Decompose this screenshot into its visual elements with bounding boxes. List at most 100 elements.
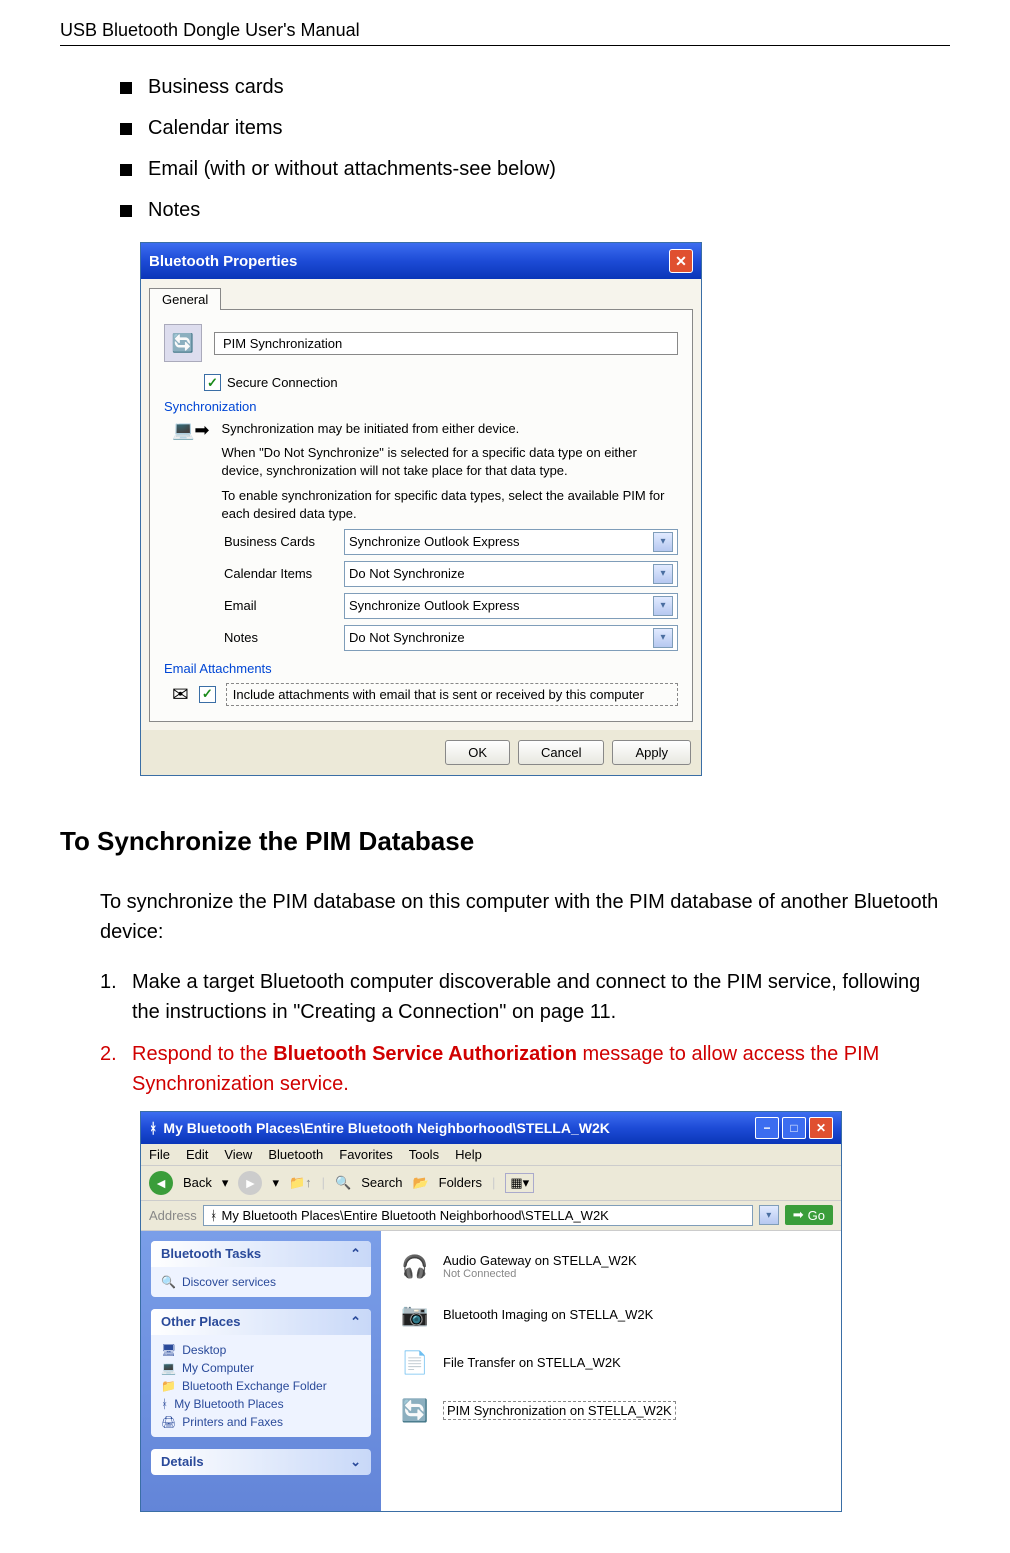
select-value: Synchronize Outlook Express [349, 534, 520, 549]
menubar: File Edit View Bluetooth Favorites Tools… [141, 1144, 841, 1166]
chevron-down-icon[interactable]: ▾ [653, 628, 673, 648]
dialog-title: Bluetooth Properties [149, 253, 297, 270]
bluetooth-tasks-header[interactable]: Bluetooth Tasks ⌃ [151, 1241, 371, 1267]
chevron-down-icon[interactable]: ▾ [653, 564, 673, 584]
folders-icon[interactable]: 📂 [412, 1175, 428, 1191]
sync-devices-icon: 💻➡ [172, 420, 210, 441]
synchronization-group-label: Synchronization [164, 399, 678, 414]
forward-dropdown-icon[interactable]: ▾ [272, 1175, 279, 1191]
square-bullet-icon [120, 164, 132, 176]
explorer-titlebar[interactable]: ᚼ My Bluetooth Places\Entire Bluetooth N… [141, 1112, 841, 1144]
business-cards-label: Business Cards [224, 534, 344, 549]
include-attachments-checkbox[interactable]: ✓ [199, 686, 216, 703]
step-1: 1. Make a target Bluetooth computer disc… [100, 967, 950, 1027]
link-label: My Computer [182, 1361, 254, 1375]
link-label: Discover services [182, 1275, 276, 1289]
notes-select[interactable]: Do Not Synchronize ▾ [344, 625, 678, 651]
folders-label[interactable]: Folders [439, 1175, 482, 1190]
bullet-list: Business cards Calendar items Email (wit… [120, 76, 950, 222]
service-name: PIM Synchronization on STELLA_W2K [443, 1401, 676, 1420]
panel-title: Bluetooth Tasks [161, 1246, 261, 1262]
forward-button-icon[interactable]: ► [238, 1171, 262, 1195]
link-label: Printers and Faxes [182, 1415, 283, 1429]
views-button-icon[interactable]: ▦▾ [505, 1173, 534, 1193]
expand-icon[interactable]: ⌄ [350, 1454, 361, 1470]
menu-help[interactable]: Help [455, 1147, 482, 1162]
link-label: Bluetooth Exchange Folder [182, 1379, 327, 1393]
bluetooth-icon: ᚼ [161, 1397, 168, 1411]
bullet-text: Notes [148, 199, 200, 222]
bt-exchange-link[interactable]: 📁Bluetooth Exchange Folder [161, 1377, 361, 1395]
go-button[interactable]: ➡ Go [785, 1205, 833, 1225]
service-bluetooth-imaging[interactable]: 📷 Bluetooth Imaging on STELLA_W2K [393, 1291, 829, 1339]
tab-general[interactable]: General [149, 288, 221, 310]
service-pim-sync[interactable]: 🔄 PIM Synchronization on STELLA_W2K [393, 1387, 829, 1435]
bullet-item: Calendar items [120, 117, 950, 140]
collapse-icon[interactable]: ⌃ [350, 1314, 361, 1330]
close-button[interactable]: ✕ [809, 1117, 833, 1139]
ok-button[interactable]: OK [445, 740, 510, 765]
chevron-down-icon[interactable]: ▾ [653, 532, 673, 552]
select-value: Do Not Synchronize [349, 630, 465, 645]
cancel-button[interactable]: Cancel [518, 740, 604, 765]
link-label: Desktop [182, 1343, 226, 1357]
email-select[interactable]: Synchronize Outlook Express ▾ [344, 593, 678, 619]
address-dropdown-icon[interactable]: ▾ [759, 1205, 779, 1225]
email-attachments-group-label: Email Attachments [164, 661, 678, 676]
collapse-icon[interactable]: ⌃ [350, 1246, 361, 1262]
service-name-input[interactable]: PIM Synchronization [214, 332, 678, 355]
menu-favorites[interactable]: Favorites [339, 1147, 392, 1162]
discover-services-link[interactable]: 🔍 Discover services [161, 1273, 361, 1291]
minimize-button[interactable]: − [755, 1117, 779, 1139]
bullet-item: Business cards [120, 76, 950, 99]
email-icon: ✉ [172, 682, 189, 707]
details-header[interactable]: Details ⌄ [151, 1449, 371, 1475]
panel-title: Other Places [161, 1314, 241, 1330]
dialog-titlebar[interactable]: Bluetooth Properties ✕ [141, 243, 701, 279]
back-button-icon[interactable]: ◄ [149, 1171, 173, 1195]
back-button-label[interactable]: Back [183, 1175, 212, 1190]
back-dropdown-icon[interactable]: ▾ [222, 1175, 229, 1191]
go-label: Go [808, 1208, 825, 1223]
service-audio-gateway[interactable]: 🎧 Audio Gateway on STELLA_W2K Not Connec… [393, 1243, 829, 1291]
address-input[interactable]: ᚼ My Bluetooth Places\Entire Bluetooth N… [203, 1205, 753, 1226]
up-button-icon[interactable]: 📁↑ [289, 1175, 312, 1191]
my-computer-link[interactable]: 💻My Computer [161, 1359, 361, 1377]
other-places-header[interactable]: Other Places ⌃ [151, 1309, 371, 1335]
explorer-sidebar: Bluetooth Tasks ⌃ 🔍 Discover services Ot… [141, 1231, 381, 1511]
search-icon[interactable]: 🔍 [335, 1175, 351, 1191]
explorer-window: ᚼ My Bluetooth Places\Entire Bluetooth N… [140, 1111, 842, 1512]
menu-file[interactable]: File [149, 1147, 170, 1162]
apply-button[interactable]: Apply [612, 740, 691, 765]
secure-connection-checkbox[interactable]: ✓ [204, 374, 221, 391]
close-icon[interactable]: ✕ [669, 249, 693, 273]
bluetooth-tasks-panel: Bluetooth Tasks ⌃ 🔍 Discover services [151, 1241, 371, 1297]
bt-places-link[interactable]: ᚼ My Bluetooth Places [161, 1395, 361, 1413]
link-label: My Bluetooth Places [174, 1397, 283, 1411]
step2-bold: Bluetooth Service Authorization [273, 1043, 577, 1065]
square-bullet-icon [120, 123, 132, 135]
camera-icon: 📷 [397, 1297, 433, 1333]
menu-edit[interactable]: Edit [186, 1147, 208, 1162]
sync-desc-1: Synchronization may be initiated from ei… [222, 420, 679, 438]
service-file-transfer[interactable]: 📄 File Transfer on STELLA_W2K [393, 1339, 829, 1387]
go-arrow-icon: ➡ [793, 1207, 804, 1223]
desktop-link[interactable]: 🖥Desktop [161, 1341, 361, 1359]
menu-view[interactable]: View [224, 1147, 252, 1162]
address-label: Address [149, 1208, 197, 1223]
toolbar: ◄ Back ▾ ► ▾ 📁↑ | 🔍 Search 📂 Folders | ▦… [141, 1166, 841, 1201]
bluetooth-properties-dialog: Bluetooth Properties ✕ General 🔄 PIM Syn… [140, 242, 702, 776]
menu-tools[interactable]: Tools [409, 1147, 439, 1162]
search-label[interactable]: Search [361, 1175, 402, 1190]
printer-icon: 🖨 [161, 1415, 176, 1429]
menu-bluetooth[interactable]: Bluetooth [268, 1147, 323, 1162]
chevron-down-icon[interactable]: ▾ [653, 596, 673, 616]
details-panel: Details ⌄ [151, 1449, 371, 1475]
business-cards-select[interactable]: Synchronize Outlook Express ▾ [344, 529, 678, 555]
printers-link[interactable]: 🖨 Printers and Faxes [161, 1413, 361, 1431]
headset-icon: 🎧 [397, 1249, 433, 1285]
service-name: Bluetooth Imaging on STELLA_W2K [443, 1307, 653, 1322]
calendar-items-select[interactable]: Do Not Synchronize ▾ [344, 561, 678, 587]
step-number: 2. [100, 1039, 132, 1099]
maximize-button[interactable]: □ [782, 1117, 806, 1139]
